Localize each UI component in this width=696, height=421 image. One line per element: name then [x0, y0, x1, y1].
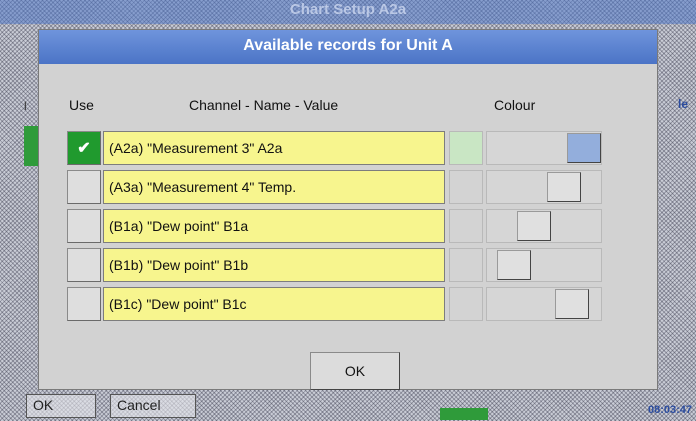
colour-slider[interactable] — [486, 287, 602, 321]
dialog-title: Available records for Unit A — [39, 30, 657, 64]
records-dialog: Available records for Unit A Use Channel… — [38, 29, 658, 390]
colour-swatch — [449, 287, 483, 321]
colour-slider-thumb[interactable] — [567, 133, 601, 163]
background-status-indicator — [24, 126, 38, 166]
colour-swatch — [449, 248, 483, 282]
ok-button[interactable]: OK — [310, 352, 400, 390]
channel-name-field[interactable]: (B1c) "Dew point" B1c — [103, 287, 445, 321]
use-checkbox[interactable]: ✔ — [67, 131, 101, 165]
use-checkbox[interactable] — [67, 170, 101, 204]
record-row: (B1c) "Dew point" B1c — [39, 287, 659, 321]
background-window-title: Chart Setup A2a — [289, 1, 407, 18]
record-row: (B1a) "Dew point" B1a — [39, 209, 659, 243]
colour-swatch — [449, 131, 483, 165]
colour-slider-thumb[interactable] — [555, 289, 589, 319]
colour-slider-thumb[interactable] — [547, 172, 581, 202]
background-ok-button: OK — [26, 394, 96, 418]
use-checkbox[interactable] — [67, 209, 101, 243]
background-side-label-left: l — [24, 99, 27, 113]
channel-column-header: Channel - Name - Value — [189, 97, 339, 113]
record-row: ✔ (A2a) "Measurement 3" A2a — [39, 131, 659, 165]
colour-swatch — [449, 209, 483, 243]
colour-slider[interactable] — [486, 209, 602, 243]
colour-slider-thumb[interactable] — [497, 250, 531, 280]
background-status-bar — [440, 408, 488, 420]
use-column-header: Use — [69, 97, 94, 113]
channel-name-field[interactable]: (A3a) "Measurement 4" Temp. — [103, 170, 445, 204]
colour-slider-thumb[interactable] — [517, 211, 551, 241]
record-row: (B1b) "Dew point" B1b — [39, 248, 659, 282]
background-cancel-button: Cancel — [110, 394, 196, 418]
colour-slider[interactable] — [486, 170, 602, 204]
use-checkbox[interactable] — [67, 248, 101, 282]
colour-swatch — [449, 170, 483, 204]
channel-name-field[interactable]: (A2a) "Measurement 3" A2a — [103, 131, 445, 165]
background-bottom-bar — [0, 392, 696, 421]
background-clock: 08:03:47 — [647, 404, 692, 416]
colour-slider[interactable] — [486, 248, 602, 282]
colour-slider[interactable] — [486, 131, 602, 165]
record-row: (A3a) "Measurement 4" Temp. — [39, 170, 659, 204]
use-checkbox[interactable] — [67, 287, 101, 321]
channel-name-field[interactable]: (B1b) "Dew point" B1b — [103, 248, 445, 282]
checkmark-icon: ✔ — [77, 140, 91, 157]
colour-column-header: Colour — [494, 97, 536, 113]
background-side-label: le — [678, 97, 689, 111]
channel-name-field[interactable]: (B1a) "Dew point" B1a — [103, 209, 445, 243]
